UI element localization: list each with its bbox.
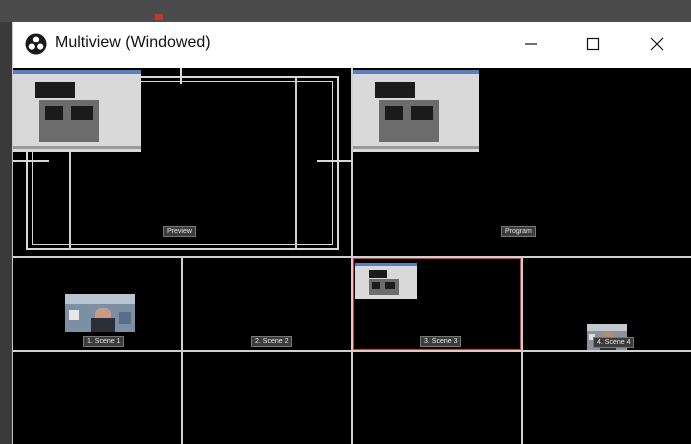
preview-label: Preview [163, 226, 196, 237]
preview-panel[interactable]: Preview [13, 68, 351, 256]
preview-right-marker [317, 160, 351, 162]
scene-3-label: 3. Scene 3 [420, 336, 462, 347]
preview-right-guide [295, 76, 297, 250]
scene-1-label: 1. Scene 1 [83, 336, 125, 347]
scene-tile-2[interactable]: 2. Scene 2 [183, 258, 351, 350]
minimize-button[interactable] [508, 22, 554, 66]
title-bar[interactable]: Multiview (Windowed) [13, 22, 691, 66]
close-button[interactable] [634, 22, 680, 66]
desktop-background [0, 0, 691, 22]
preview-left-marker [13, 160, 49, 162]
program-panel[interactable]: Program [353, 68, 691, 256]
preview-source-thumbnail [13, 70, 141, 152]
empty-tile-7[interactable] [353, 352, 521, 444]
scene-3-source-thumbnail [355, 263, 417, 299]
minimize-icon [525, 43, 537, 45]
desktop-red-marker [155, 14, 163, 20]
maximize-icon [586, 37, 600, 51]
program-label: Program [501, 226, 536, 237]
scene-4-label: 4. Scene 4 [593, 337, 635, 348]
scene-tile-3-selected[interactable]: 3. Scene 3 [353, 258, 521, 350]
multiview-window: Multiview (Windowed) Preview Program 1. … [12, 22, 691, 444]
empty-tile-6[interactable] [183, 352, 351, 444]
empty-tile-5[interactable] [13, 352, 181, 444]
empty-tile-8[interactable] [523, 352, 691, 444]
preview-top-marker [180, 68, 182, 84]
window-title: Multiview (Windowed) [55, 34, 211, 51]
multiview-canvas: Preview Program 1. Scene 1 2. Scene 2 3.… [13, 68, 691, 444]
obs-icon [25, 33, 47, 55]
close-icon [650, 37, 664, 51]
scene-tile-1[interactable]: 1. Scene 1 [13, 258, 181, 350]
scene-2-label: 2. Scene 2 [251, 336, 293, 347]
maximize-button[interactable] [570, 22, 616, 66]
scene-tile-4[interactable]: 4. Scene 4 [523, 258, 691, 350]
program-source-thumbnail [353, 70, 479, 152]
top-divider [351, 68, 353, 256]
scene-1-camera-thumbnail [65, 294, 135, 332]
